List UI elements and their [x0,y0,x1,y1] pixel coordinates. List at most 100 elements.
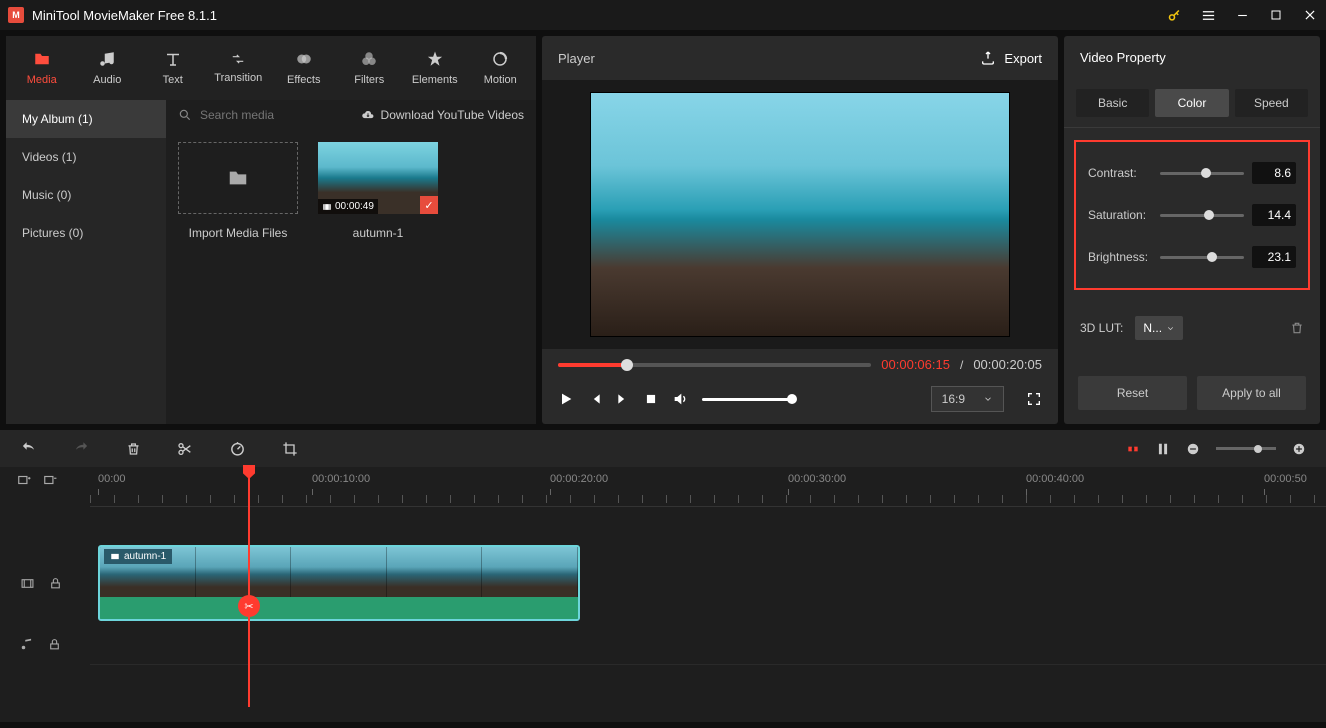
saturation-value[interactable]: 14.4 [1252,204,1296,226]
tab-label: Transition [214,72,262,84]
saturation-label: Saturation: [1088,208,1152,222]
tab-text[interactable]: Text [141,44,205,92]
split-at-playhead-icon[interactable]: ✂ [238,595,260,617]
video-track[interactable]: autumn-1 [90,543,1326,623]
video-clip[interactable]: autumn-1 [98,545,580,621]
import-media-item[interactable]: Import Media Files [178,142,298,240]
prop-tab-color[interactable]: Color [1155,89,1228,117]
cloud-download-icon [361,108,375,122]
menu-icon[interactable] [1200,7,1216,23]
crop-button[interactable] [282,441,298,457]
video-track-icon[interactable] [20,577,35,590]
audio-track[interactable] [90,623,1326,665]
seek-thumb[interactable] [621,359,633,371]
reset-button[interactable]: Reset [1078,376,1187,410]
zoom-in-button[interactable] [1292,442,1306,456]
text-icon [164,50,182,68]
lock-icon[interactable] [49,576,62,591]
playhead[interactable]: ✂ [248,467,250,707]
volume-slider[interactable] [702,398,792,401]
volume-icon[interactable] [672,391,688,407]
play-button[interactable] [558,391,574,407]
zoom-slider[interactable] [1216,447,1276,450]
film-icon [110,552,120,561]
property-title: Video Property [1064,36,1320,79]
split-button[interactable] [177,441,193,457]
next-frame-button[interactable] [616,392,630,406]
tab-label: Text [163,74,183,86]
audio-track-icon[interactable] [20,637,34,651]
property-panel: Video Property Basic Color Speed Contras… [1064,36,1320,424]
tab-label: Filters [354,74,384,86]
album-videos[interactable]: Videos (1) [6,138,166,176]
download-youtube-button[interactable]: Download YouTube Videos [361,108,524,122]
audio-track-controls [0,623,90,665]
remove-track-icon[interactable] [42,473,58,501]
zoom-out-button[interactable] [1186,442,1200,456]
contrast-label: Contrast: [1088,166,1152,180]
media-thumbnail[interactable]: 00:00:49 ✓ [318,142,438,214]
player-title: Player [558,51,595,66]
window-title: MiniTool MovieMaker Free 8.1.1 [32,8,1167,23]
undo-button[interactable] [20,441,37,456]
maximize-button[interactable] [1268,7,1284,23]
stop-button[interactable] [644,392,658,406]
search-input[interactable] [200,108,340,122]
contrast-row: Contrast: 8.6 [1080,152,1304,194]
filters-icon [360,50,378,68]
media-name: autumn-1 [353,226,404,240]
saturation-slider[interactable] [1160,214,1244,217]
lock-icon[interactable] [48,637,61,652]
album-music[interactable]: Music (0) [6,176,166,214]
contrast-value[interactable]: 8.6 [1252,162,1296,184]
aspect-ratio-select[interactable]: 16:9 [931,386,1004,412]
download-youtube-label: Download YouTube Videos [381,108,524,122]
speed-button[interactable] [229,440,246,457]
time-current: 00:00:06:15 [881,357,950,372]
chevron-down-icon [983,394,993,404]
tab-audio[interactable]: Audio [76,44,140,92]
chevron-down-icon [1166,324,1175,333]
close-button[interactable] [1302,7,1318,23]
prop-tab-basic[interactable]: Basic [1076,89,1149,117]
film-icon [322,202,332,212]
tab-media[interactable]: Media [10,44,74,92]
preview-canvas[interactable] [590,92,1010,337]
tab-motion[interactable]: Motion [469,44,533,92]
export-button[interactable]: Export [980,50,1042,66]
clip-label: autumn-1 [104,549,172,564]
delete-lut-button[interactable] [1290,321,1304,335]
time-ruler[interactable]: 00:00 00:00:10:00 00:00:20:00 00:00:30:0… [90,467,1326,507]
media-clip-item[interactable]: 00:00:49 ✓ autumn-1 [318,142,438,240]
tab-filters[interactable]: Filters [338,44,402,92]
tab-label: Effects [287,74,320,86]
tab-label: Audio [93,74,121,86]
brightness-value[interactable]: 23.1 [1252,246,1296,268]
ruler-tick: 00:00:50 [1264,473,1307,485]
tab-label: Motion [484,74,517,86]
brightness-slider[interactable] [1160,256,1244,259]
tab-effects[interactable]: Effects [272,44,336,92]
tab-elements[interactable]: Elements [403,44,467,92]
seek-slider[interactable] [558,363,871,367]
delete-button[interactable] [126,441,141,457]
redo-button[interactable] [73,441,90,456]
fullscreen-button[interactable] [1026,391,1042,407]
premium-key-icon[interactable] [1167,8,1182,23]
prop-tab-speed[interactable]: Speed [1235,89,1308,117]
ruler-tick: 00:00:10:00 [312,473,370,485]
contrast-slider[interactable] [1160,172,1244,175]
prev-frame-button[interactable] [588,392,602,406]
album-my-album[interactable]: My Album (1) [6,100,166,138]
album-pictures[interactable]: Pictures (0) [6,214,166,252]
import-dropzone[interactable] [178,142,298,214]
tab-transition[interactable]: Transition [207,44,271,92]
apply-all-button[interactable]: Apply to all [1197,376,1306,410]
media-panel: Media Audio Text Transition Effects Filt… [6,36,536,424]
magnet-icon[interactable] [1156,441,1170,457]
lut-select[interactable]: N... [1135,316,1183,340]
marker-icon[interactable] [1126,442,1140,456]
minimize-button[interactable] [1234,7,1250,23]
check-icon: ✓ [420,196,438,214]
add-track-icon[interactable] [16,473,32,501]
